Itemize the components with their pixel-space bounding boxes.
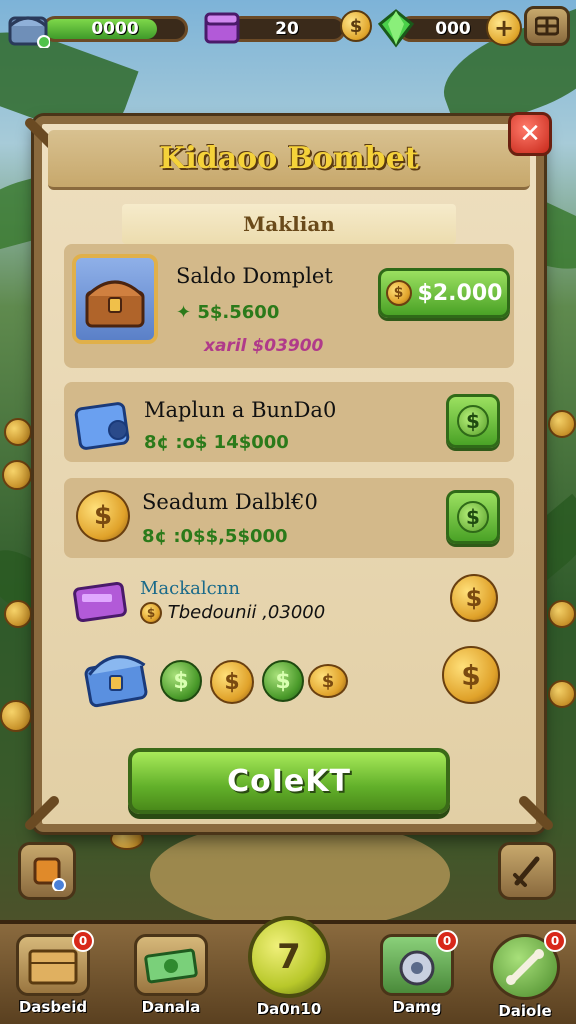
- chest-currency[interactable]: 0000: [6, 8, 190, 49]
- coin-icon: $: [385, 280, 412, 306]
- side-right-button[interactable]: [498, 842, 556, 900]
- blue-chest-icon: [82, 644, 152, 714]
- sword-icon: [513, 856, 540, 887]
- nav-item-danala[interactable]: Danala: [124, 934, 218, 1022]
- add-gems-button[interactable]: +: [486, 10, 522, 46]
- panel-subtitle: Maklian: [243, 212, 335, 236]
- offer-price-secondary: xaril $03900: [204, 336, 324, 356]
- purple-box-icon: [72, 574, 132, 624]
- nav-badge: 0: [436, 930, 458, 952]
- extra-detail: $ Tbedounii ,03000: [140, 602, 325, 624]
- nav-item-dasbeid[interactable]: 0 Dasbeid: [6, 930, 100, 1022]
- gem-currency[interactable]: 000 +: [376, 8, 526, 48]
- rope-decor: [22, 793, 62, 833]
- coin-icon: $: [140, 602, 162, 624]
- buy-offer-price: $2.000: [417, 280, 503, 306]
- nav-label: Da0n10: [256, 1000, 322, 1018]
- offer-price: 8¢ :o$ 14$000: [144, 432, 289, 453]
- offer-title: Saldo Domplet: [176, 264, 333, 288]
- dollar-icon: $: [457, 405, 489, 437]
- gold-coin-stack-icon: $: [442, 646, 500, 704]
- purple-chest-icon: [202, 8, 242, 52]
- rope-decor: [516, 793, 556, 833]
- close-icon: ✕: [519, 119, 541, 149]
- purple-currency[interactable]: 20 $: [202, 8, 372, 44]
- gem-value: 000: [435, 19, 471, 39]
- offer-title: Maplun a BunDa0: [144, 398, 337, 422]
- nav-label: Danala: [141, 998, 201, 1016]
- gold-coin-icon: $: [210, 660, 254, 704]
- menu-button[interactable]: [524, 6, 570, 46]
- buy-offer-button[interactable]: $: [446, 490, 500, 544]
- shop-panel: Kidaoo Bombet ✕ Maklian Saldo Domplet ✦ …: [22, 112, 556, 833]
- offer-row[interactable]: Saldo Domplet ✦ 5$.5600 xaril $03900 $ $…: [64, 244, 514, 368]
- nav-label: Daiole: [498, 1002, 552, 1020]
- purple-bar: 20: [228, 16, 346, 42]
- buy-offer-button[interactable]: $: [446, 394, 500, 448]
- chest-value: 0000: [91, 19, 139, 39]
- chest-icon: [6, 8, 51, 52]
- coin-icon: $: [340, 10, 372, 42]
- gold-coin-icon: $: [76, 490, 130, 542]
- nav-label: Damg: [392, 998, 442, 1016]
- offer-price: ✦ 5$.5600: [176, 302, 280, 323]
- blue-lockbox-icon: [72, 392, 134, 456]
- green-coin-icon: $: [160, 660, 202, 702]
- nav-item-da0n10[interactable]: 7 Da0n10: [242, 916, 336, 1022]
- side-left-button[interactable]: [18, 842, 76, 900]
- top-hud: 0000 20 $ 000 +: [6, 6, 570, 49]
- gold-coin-icon[interactable]: $: [450, 574, 498, 622]
- offer-price: 8¢ :0$$,5$000: [142, 526, 288, 547]
- nav-label: Dasbeid: [18, 998, 88, 1016]
- nav-item-damg[interactable]: 0 Damg: [370, 930, 464, 1022]
- offer-row[interactable]: $ Seadum Dalbl€0 8¢ :0$$,5$000 $: [64, 478, 514, 558]
- chest-bar: 0000: [42, 16, 188, 42]
- bottom-nav: 0 Dasbeid Danala 7 Da0n10 0 Damg 0 Daiol…: [0, 916, 576, 1024]
- nav-item-daiole[interactable]: 0 Daiole: [478, 930, 572, 1022]
- nav-badge: 0: [544, 930, 566, 952]
- buy-offer-button[interactable]: $ $2.000: [378, 268, 510, 318]
- panel-header: Kidaoo Bombet: [48, 130, 530, 190]
- close-button[interactable]: ✕: [508, 112, 552, 156]
- offer-row[interactable]: Maplun a BunDa0 8¢ :o$ 14$000 $: [64, 382, 514, 462]
- purple-value: 20: [275, 19, 299, 39]
- collect-button[interactable]: CoIeKT: [128, 748, 450, 814]
- nav-badge: 0: [72, 930, 94, 952]
- collect-label: CoIeKT: [227, 763, 351, 799]
- extra-title: Mackalcnn: [140, 578, 240, 599]
- subtitle-ribbon: Maklian: [122, 204, 456, 244]
- panel-title: Kidaoo Bombet: [159, 141, 419, 176]
- gem-icon: [376, 8, 416, 52]
- gold-coin-icon: $: [308, 664, 348, 698]
- treasure-chest-icon: [72, 254, 158, 344]
- menu-icon: [535, 16, 559, 36]
- cash-icon: [134, 934, 208, 996]
- offer-title: Seadum Dalbl€0: [142, 490, 318, 514]
- coin-center-icon: 7: [248, 916, 330, 998]
- puzzle-icon: [33, 857, 66, 891]
- green-coin-icon: $: [262, 660, 304, 702]
- dollar-icon: $: [457, 501, 489, 533]
